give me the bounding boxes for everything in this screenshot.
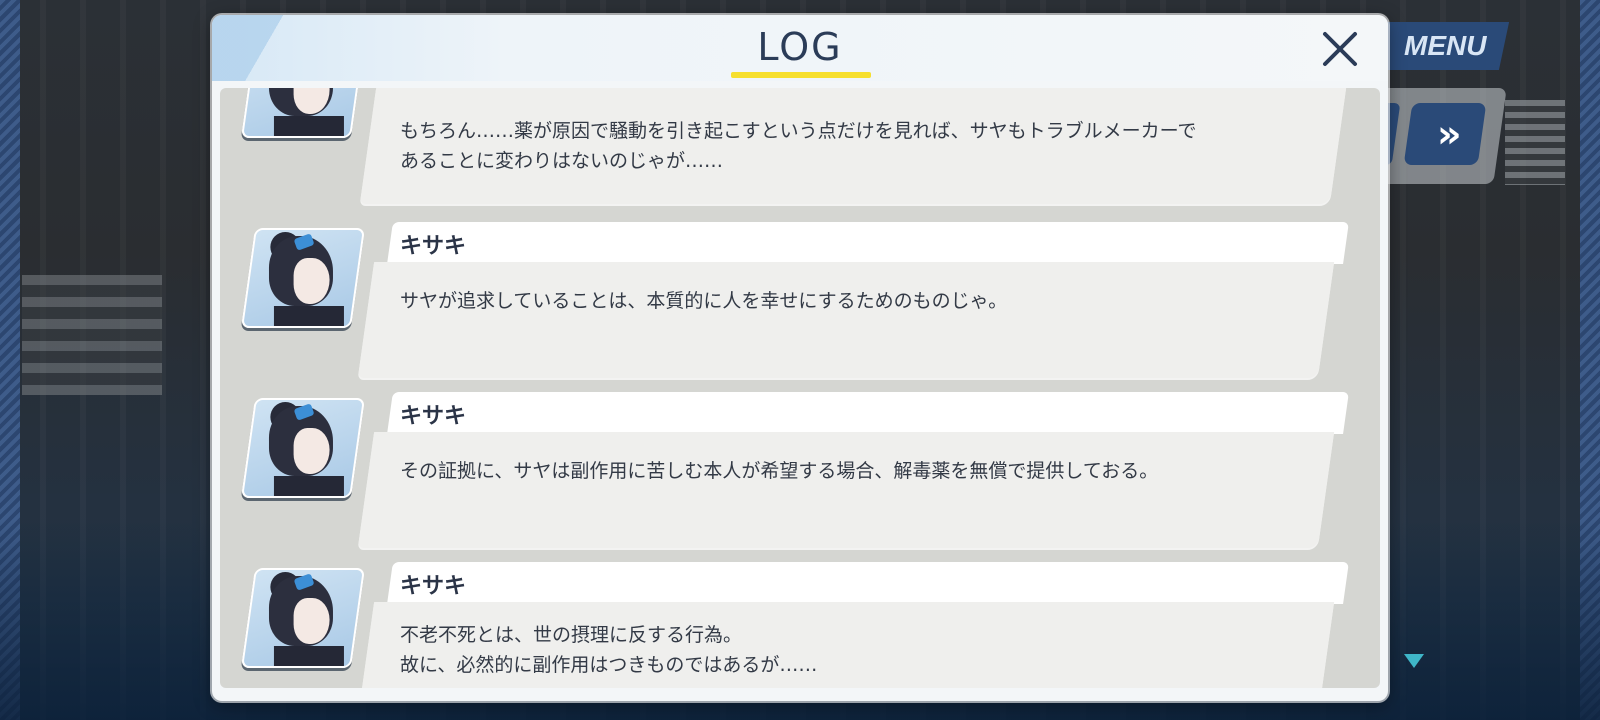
message-text: サヤが追求していることは、本質的に人を幸せにするためのものじゃ。 (400, 286, 1300, 316)
close-icon (1323, 32, 1357, 66)
log-list[interactable]: もちろん……薬が原因で騒動を引き起こすという点だけを見れば、サヤもトラブルメーカ… (220, 88, 1380, 688)
log-title: LOG (757, 25, 843, 69)
speaker-name-bar (387, 562, 1349, 604)
log-entry: もちろん……薬が原因で騒動を引き起こすという点だけを見れば、サヤもトラブルメーカ… (220, 88, 1380, 212)
speaker-name-bar (387, 222, 1349, 264)
title-underline (731, 72, 871, 78)
speaker-portrait (240, 398, 366, 498)
speaker-portrait (240, 88, 366, 138)
message-line: もちろん……薬が原因で騒動を引き起こすという点だけを見れば、サヤもトラブルメーカ… (400, 120, 1197, 142)
background-window (22, 275, 162, 395)
fast-forward-icon: » (1436, 112, 1454, 156)
speaker-name: キサキ (400, 404, 467, 429)
message-box (357, 262, 1335, 378)
message-line: その証拠に、サヤは副作用に苦しむ本人が希望する場合、解毒薬を無償で提供しておる。 (400, 460, 1159, 482)
fast-forward-button[interactable]: » (1403, 103, 1487, 165)
speaker-name: キサキ (400, 234, 467, 259)
message-line: あることに変わりはないのじゃが…… (400, 150, 724, 172)
log-panel: LOG もちろん……薬が原因で騒動を引き起こすという点だけを見れば、サヤもトラブ… (212, 15, 1388, 701)
message-line: 不老不死とは、世の摂理に反する行為。 (400, 624, 743, 646)
message-box (357, 432, 1335, 548)
log-entry: キサキ サヤが追求していることは、本質的に人を幸せにするためのものじゃ。 (220, 222, 1380, 386)
log-entry: キサキ 不老不死とは、世の摂理に反する行為。 故に、必然的に副作用はつきものでは… (220, 562, 1380, 688)
triangle-down-icon (1404, 654, 1424, 668)
message-text: 不老不死とは、世の摂理に反する行為。 故に、必然的に副作用はつきものではあるが…… (400, 620, 1300, 680)
message-line: 故に、必然的に副作用はつきものではあるが…… (400, 654, 818, 676)
speaker-portrait (240, 568, 366, 668)
log-entry: キサキ その証拠に、サヤは副作用に苦しむ本人が希望する場合、解毒薬を無償で提供し… (220, 392, 1380, 556)
speaker-name-bar (387, 392, 1349, 434)
speaker-name: キサキ (400, 574, 467, 599)
speaker-portrait (240, 228, 366, 328)
log-header: LOG (212, 15, 1388, 81)
message-text: もちろん……薬が原因で騒動を引き起こすという点だけを見れば、サヤもトラブルメーカ… (400, 116, 1300, 176)
close-button[interactable] (1312, 21, 1368, 77)
message-line: サヤが追求していることは、本質的に人を幸せにするためのものじゃ。 (400, 290, 1008, 312)
background-window (1505, 100, 1565, 185)
message-text: その証拠に、サヤは副作用に苦しむ本人が希望する場合、解毒薬を無償で提供しておる。 (400, 456, 1300, 486)
menu-button-label: MENU (1403, 30, 1486, 61)
